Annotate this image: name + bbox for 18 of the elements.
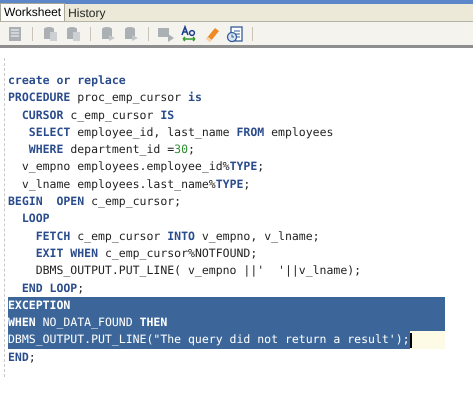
tab[interactable]: Worksheet [0, 3, 66, 21]
code-line: v_empno employees.employee_id%TYPE; [20, 158, 266, 176]
code-line: v_lname employees.last_name%TYPE; [20, 176, 252, 193]
code-line: FETCH c_emp_cursor INTO v_empno, v_lname; [34, 228, 321, 245]
code-line: END LOOP; [20, 280, 86, 297]
code-line: END; [8, 348, 37, 366]
code-line: EXIT WHEN c_emp_cursor%NOTFOUND; [34, 244, 258, 262]
code-line: CURSOR c_emp_cursor IS [20, 106, 176, 124]
letter-case-icon[interactable] [180, 24, 198, 42]
code-line: SELECT employee_id, last_name FROM employees [28, 124, 334, 141]
code-line: DBMS_OUTPUT.PUT_LINE( v_empno ||' '||v_lname); [34, 262, 362, 280]
code-line: create or replace [8, 72, 127, 89]
code-line: WHERE department_id =30; [28, 141, 196, 158]
clock-document-icon[interactable] [226, 24, 244, 42]
code-line: BEGIN OPEN c_emp_cursor; [8, 193, 182, 210]
code-line: PROCEDURE proc_emp_cursor is [8, 89, 203, 106]
code-line: LOOP [20, 210, 51, 228]
tab[interactable]: History [65, 5, 108, 21]
